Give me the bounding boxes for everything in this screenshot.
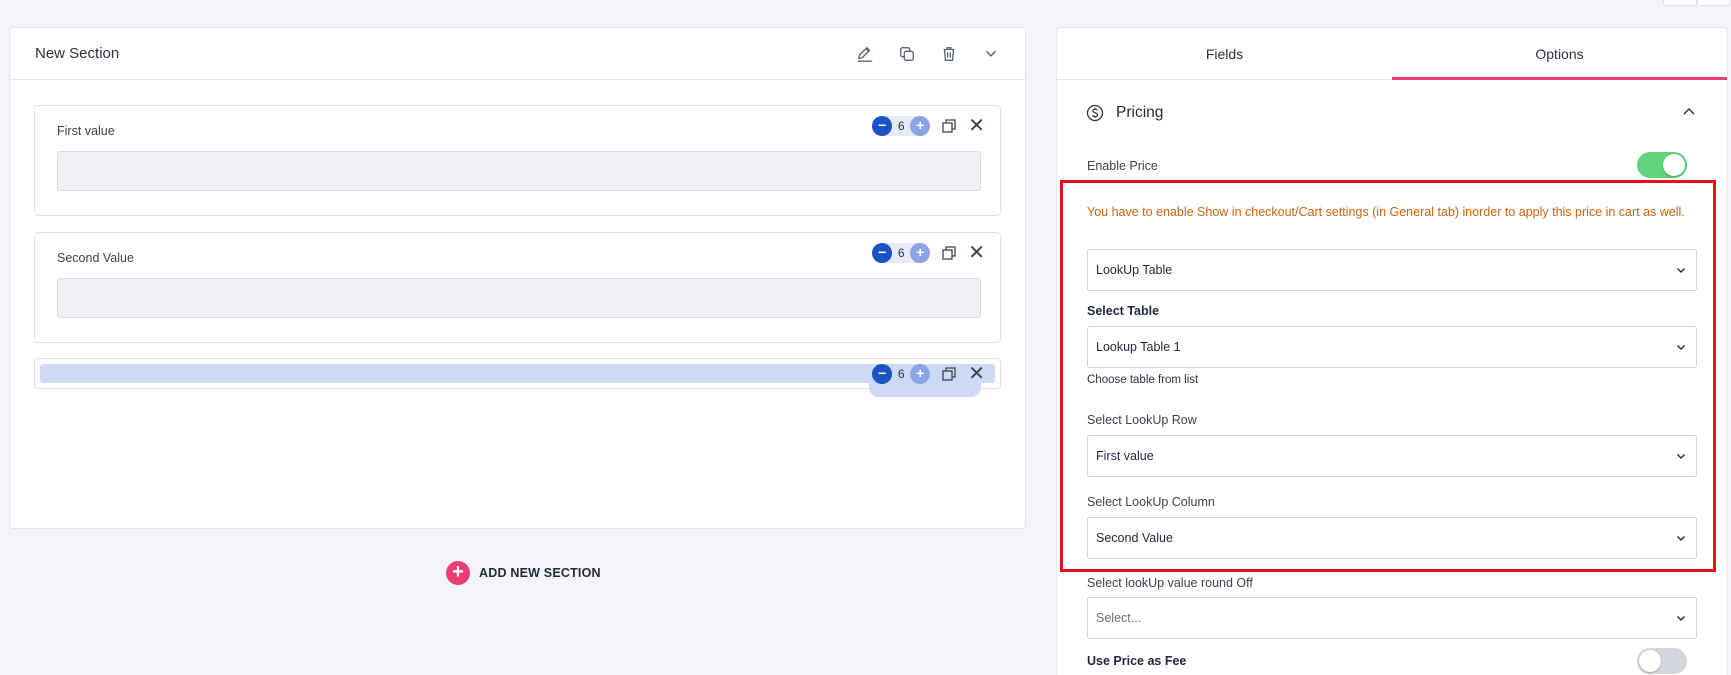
price-as-fee-toggle[interactable] bbox=[1637, 648, 1687, 674]
field-options-panel: Fields Options Pricing Enable Price You … bbox=[1056, 27, 1728, 675]
copy-field-icon[interactable] bbox=[942, 367, 956, 381]
width-value: 6 bbox=[897, 246, 905, 260]
enable-price-label: Enable Price bbox=[1087, 159, 1158, 173]
section-title: New Section bbox=[35, 45, 120, 62]
remove-field-icon[interactable]: ✕ bbox=[968, 243, 985, 263]
chevron-down-icon[interactable] bbox=[982, 45, 1000, 63]
drop-placeholder[interactable]: − 6 + ✕ bbox=[34, 358, 1001, 397]
increase-width-button[interactable]: + bbox=[910, 116, 931, 136]
lookup-column-label: Select LookUp Column bbox=[1087, 495, 1215, 509]
width-value: 6 bbox=[897, 119, 905, 133]
chevron-down-icon bbox=[1676, 344, 1686, 351]
select-table-help: Choose table from list bbox=[1087, 374, 1199, 386]
decrease-width-button[interactable]: − bbox=[872, 364, 893, 384]
lookup-column-select[interactable]: Second Value bbox=[1087, 517, 1697, 559]
pricing-title: Pricing bbox=[1116, 104, 1164, 121]
copy-field-icon[interactable] bbox=[942, 246, 956, 260]
column-width-stepper: − 6 + bbox=[872, 243, 931, 263]
pricing-header[interactable]: Pricing bbox=[1086, 104, 1163, 122]
column-width-stepper: − 6 + bbox=[872, 364, 931, 384]
price-as-fee-label: Use Price as Fee bbox=[1087, 654, 1187, 668]
increase-width-button[interactable]: + bbox=[910, 364, 931, 384]
chevron-down-icon bbox=[1676, 535, 1686, 542]
decrease-width-button[interactable]: − bbox=[872, 116, 893, 136]
top-toolbar-edge bbox=[1663, 0, 1731, 6]
select-table-dropdown[interactable]: Lookup Table 1 bbox=[1087, 326, 1697, 368]
lookup-column-value: Second Value bbox=[1096, 531, 1173, 545]
tab-options[interactable]: Options bbox=[1392, 28, 1727, 80]
decrease-width-button[interactable]: − bbox=[872, 243, 893, 263]
copy-field-icon[interactable] bbox=[942, 119, 956, 133]
edit-icon[interactable] bbox=[856, 45, 874, 63]
duplicate-icon[interactable] bbox=[898, 45, 916, 63]
remove-field-icon[interactable]: ✕ bbox=[968, 364, 985, 384]
enable-price-toggle[interactable] bbox=[1637, 152, 1687, 178]
chevron-down-icon bbox=[1676, 267, 1686, 274]
lookup-row-label: Select LookUp Row bbox=[1087, 413, 1197, 427]
select-table-label: Select Table bbox=[1087, 304, 1160, 318]
section-card: New Section First value − 6 + ✕ Second V… bbox=[9, 27, 1026, 529]
add-new-section-button[interactable]: + ADD NEW SECTION bbox=[446, 561, 601, 585]
top-edge-button[interactable] bbox=[1663, 0, 1697, 6]
section-header: New Section bbox=[10, 28, 1025, 80]
lookup-row-select[interactable]: First value bbox=[1087, 435, 1697, 477]
chevron-down-icon bbox=[1676, 615, 1686, 622]
width-value: 6 bbox=[897, 367, 905, 381]
select-table-value: Lookup Table 1 bbox=[1096, 340, 1181, 354]
tab-fields[interactable]: Fields bbox=[1057, 28, 1392, 79]
drag-preview-bar bbox=[40, 364, 995, 383]
dollar-icon bbox=[1086, 104, 1104, 122]
checkout-warning: You have to enable Show in checkout/Cart… bbox=[1087, 205, 1685, 219]
field-input-preview bbox=[57, 278, 981, 318]
add-icon: + bbox=[446, 561, 470, 585]
round-off-label: Select lookUp value round Off bbox=[1087, 576, 1253, 590]
chevron-down-icon bbox=[1676, 453, 1686, 460]
field-card[interactable]: First value − 6 + ✕ bbox=[34, 105, 1001, 216]
top-edge-button[interactable] bbox=[1697, 0, 1731, 6]
round-off-placeholder: Select... bbox=[1096, 611, 1142, 625]
column-width-stepper: − 6 + bbox=[872, 116, 931, 136]
field-label: First value bbox=[57, 124, 115, 138]
round-off-select[interactable]: Select... bbox=[1087, 597, 1697, 639]
price-type-select[interactable]: LookUp Table bbox=[1087, 249, 1697, 291]
remove-field-icon[interactable]: ✕ bbox=[968, 116, 985, 136]
field-label: Second Value bbox=[57, 251, 134, 265]
chevron-up-icon[interactable] bbox=[1681, 104, 1697, 120]
field-input-preview bbox=[57, 151, 981, 191]
increase-width-button[interactable]: + bbox=[910, 243, 931, 263]
add-new-section-label: ADD NEW SECTION bbox=[479, 566, 601, 580]
panel-tabs: Fields Options bbox=[1057, 28, 1727, 80]
field-card[interactable]: Second Value − 6 + ✕ bbox=[34, 232, 1001, 343]
lookup-row-value: First value bbox=[1096, 449, 1154, 463]
trash-icon[interactable] bbox=[940, 45, 958, 63]
price-type-value: LookUp Table bbox=[1096, 263, 1173, 277]
